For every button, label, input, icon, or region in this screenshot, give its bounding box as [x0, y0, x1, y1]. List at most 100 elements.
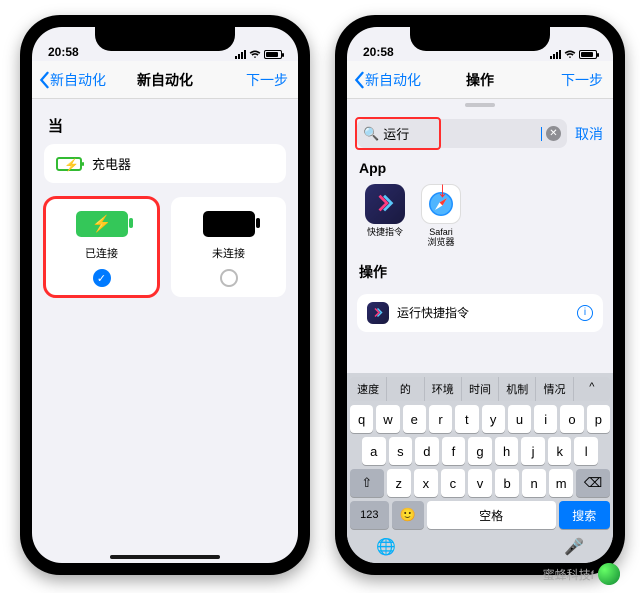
trigger-charger-row[interactable]: ⚡ 充电器	[44, 144, 286, 183]
keyboard: 速度 的 环境 时间 机制 情况 ^ q w e r t y u i	[347, 373, 613, 563]
home-indicator[interactable]	[110, 555, 220, 559]
key[interactable]: f	[442, 437, 466, 465]
notch	[410, 27, 550, 51]
key-row-1: q w e r t y u i o p	[350, 405, 610, 433]
space-key[interactable]: 空格	[427, 501, 556, 529]
battery-icon	[264, 50, 282, 59]
battery-disconnected-icon	[203, 211, 255, 237]
key[interactable]: d	[415, 437, 439, 465]
keyboard-system-row: 🌐 🎤	[350, 533, 610, 557]
info-icon[interactable]: i	[577, 305, 593, 321]
shortcuts-mini-icon	[367, 302, 389, 324]
option-connected-label: 已连接	[85, 245, 118, 261]
key-row-4: 123 🙂 空格 搜索	[350, 501, 610, 529]
key[interactable]: u	[508, 405, 531, 433]
when-label: 当	[48, 115, 286, 136]
nav-title: 操作	[466, 70, 494, 90]
phone-right: 20:58 新自动化 操作 下一步 🔍	[335, 15, 625, 575]
back-button[interactable]: 新自动化	[38, 70, 106, 90]
prediction[interactable]: 速度	[350, 377, 386, 401]
chevron-left-icon	[353, 71, 365, 89]
search-row: 🔍 运行 ✕ 取消	[347, 111, 613, 156]
key[interactable]: c	[441, 469, 465, 497]
wifi-icon	[564, 50, 576, 59]
app-safari-label: Safari 浏览器	[427, 228, 454, 248]
screen-left: 20:58 新自动化 新自动化 下一步 当 ⚡ 充电器	[32, 27, 298, 563]
next-button[interactable]: 下一步	[246, 70, 288, 90]
search-icon: 🔍	[363, 126, 379, 142]
prediction[interactable]: 环境	[424, 377, 461, 401]
prediction[interactable]: 机制	[498, 377, 535, 401]
key[interactable]: b	[495, 469, 519, 497]
key[interactable]: t	[455, 405, 478, 433]
watermark-logo-icon	[598, 563, 620, 585]
charger-options: ⚡ 已连接 ✓ 未连接	[44, 197, 286, 297]
signal-icon	[550, 50, 561, 59]
battery-connected-icon: ⚡	[76, 211, 128, 237]
radio-unchecked-icon	[220, 269, 238, 287]
key[interactable]: h	[495, 437, 519, 465]
navbar: 新自动化 操作 下一步	[347, 61, 613, 99]
prediction[interactable]: 的	[386, 377, 423, 401]
option-disconnected[interactable]: 未连接	[171, 197, 286, 297]
search-input[interactable]: 🔍 运行 ✕	[357, 119, 567, 148]
key[interactable]: z	[387, 469, 411, 497]
key[interactable]: q	[350, 405, 373, 433]
key[interactable]: x	[414, 469, 438, 497]
chevron-left-icon	[38, 71, 50, 89]
key[interactable]: l	[574, 437, 598, 465]
battery-icon	[579, 50, 597, 59]
option-connected[interactable]: ⚡ 已连接 ✓	[44, 197, 159, 297]
actions-section-header: 操作	[347, 258, 613, 288]
next-button[interactable]: 下一步	[561, 70, 603, 90]
key[interactable]: e	[403, 405, 426, 433]
watermark-text: 蜜蜂科技f	[543, 566, 594, 583]
emoji-key[interactable]: 🙂	[392, 501, 424, 529]
key[interactable]: p	[587, 405, 610, 433]
key[interactable]: i	[534, 405, 557, 433]
key[interactable]: a	[362, 437, 386, 465]
screen-right: 20:58 新自动化 操作 下一步 🔍	[347, 27, 613, 563]
key-row-3: ⇧ z x c v b n m ⌫	[350, 469, 610, 497]
shortcuts-app-icon	[365, 184, 405, 224]
key[interactable]: y	[482, 405, 505, 433]
content-left: 当 ⚡ 充电器 ⚡ 已连接 ✓ 未连接	[32, 99, 298, 563]
key[interactable]: o	[560, 405, 583, 433]
prediction[interactable]: 时间	[461, 377, 498, 401]
key[interactable]: n	[522, 469, 546, 497]
numbers-key[interactable]: 123	[350, 501, 389, 529]
key[interactable]: v	[468, 469, 492, 497]
key-row-2: a s d f g h j k l	[350, 437, 610, 465]
key[interactable]: m	[549, 469, 573, 497]
key[interactable]: g	[468, 437, 492, 465]
prediction[interactable]: 情况	[535, 377, 572, 401]
cancel-button[interactable]: 取消	[575, 124, 603, 144]
back-button[interactable]: 新自动化	[353, 70, 421, 90]
key[interactable]: j	[521, 437, 545, 465]
key[interactable]: k	[548, 437, 572, 465]
mic-icon[interactable]: 🎤	[564, 537, 584, 557]
status-time: 20:58	[363, 45, 394, 59]
app-row: 快捷指令 Safari 浏览器	[347, 182, 613, 250]
key[interactable]: s	[389, 437, 413, 465]
search-key[interactable]: 搜索	[559, 501, 610, 529]
wifi-icon	[249, 50, 261, 59]
notch	[95, 27, 235, 51]
nav-title: 新自动化	[137, 70, 193, 90]
clear-icon[interactable]: ✕	[546, 126, 561, 141]
shift-key[interactable]: ⇧	[350, 469, 384, 497]
phone-left: 20:58 新自动化 新自动化 下一步 当 ⚡ 充电器	[20, 15, 310, 575]
key[interactable]: w	[376, 405, 399, 433]
back-label: 新自动化	[50, 70, 106, 90]
delete-key[interactable]: ⌫	[576, 469, 610, 497]
action-run-shortcut[interactable]: 运行快捷指令 i	[357, 294, 603, 332]
prediction[interactable]: ^	[573, 377, 610, 401]
back-label: 新自动化	[365, 70, 421, 90]
status-indicators	[550, 50, 597, 59]
sheet-grabber[interactable]	[465, 103, 495, 107]
app-shortcuts[interactable]: 快捷指令	[363, 184, 407, 248]
key[interactable]: r	[429, 405, 452, 433]
text-cursor	[541, 127, 542, 141]
prediction-bar[interactable]: 速度 的 环境 时间 机制 情况 ^	[350, 377, 610, 401]
globe-icon[interactable]: 🌐	[376, 537, 396, 557]
